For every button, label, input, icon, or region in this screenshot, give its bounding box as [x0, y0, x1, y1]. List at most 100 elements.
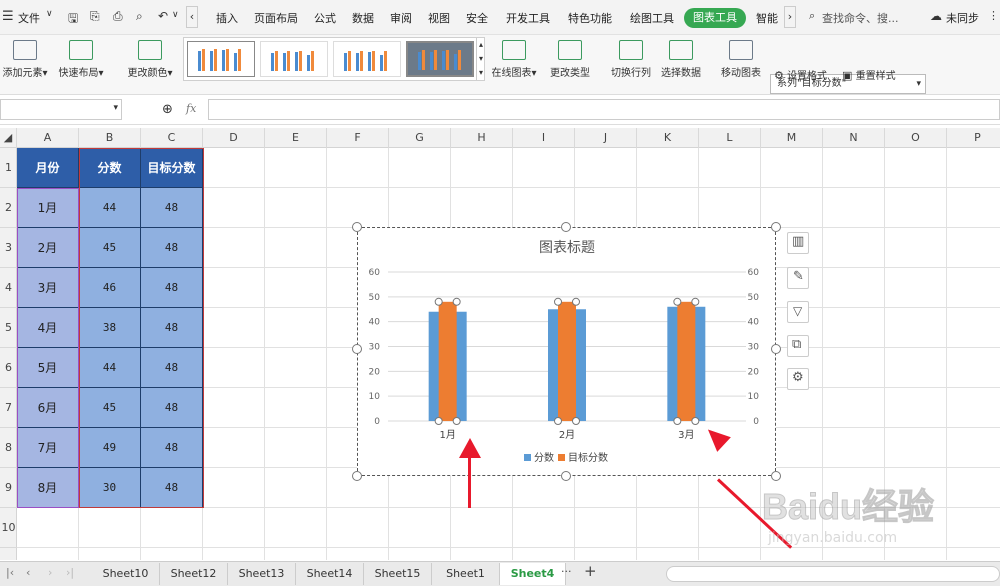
table-cell[interactable]: 44 [79, 348, 141, 388]
table-cell[interactable]: 48 [141, 228, 203, 268]
column-header[interactable]: O [885, 128, 947, 148]
menu-developer[interactable]: 开发工具 [506, 10, 550, 26]
fx-icon[interactable]: fx [186, 102, 196, 115]
column-header[interactable]: M [761, 128, 823, 148]
formula-input[interactable] [208, 99, 1000, 120]
table-cell[interactable]: 7月 [17, 428, 79, 468]
menu-features[interactable]: 特色功能 [568, 10, 612, 26]
export-icon[interactable]: ⎘ [90, 9, 100, 24]
row-header[interactable]: 5 [0, 308, 17, 348]
row-header[interactable]: 8 [0, 428, 17, 468]
column-header[interactable]: K [637, 128, 699, 148]
resize-handle[interactable] [561, 471, 571, 481]
add-sheet-button[interactable]: + [584, 562, 597, 580]
sheet-tab[interactable]: Sheet1 [432, 563, 500, 585]
more-icon[interactable]: ⋮ [988, 9, 999, 22]
resize-handle[interactable] [561, 222, 571, 232]
table-cell[interactable]: 48 [141, 388, 203, 428]
sheet-tab[interactable]: Sheet4 [500, 563, 566, 585]
column-header[interactable]: P [947, 128, 1000, 148]
first-sheet-icon[interactable]: |‹ [6, 566, 14, 579]
file-menu[interactable]: 文件 [18, 10, 40, 26]
save-icon[interactable]: 🖫 [68, 9, 78, 30]
tab-chart-tools[interactable]: 图表工具 [684, 8, 746, 28]
switch-row-col-button[interactable]: 切换行列 [608, 40, 654, 79]
column-header[interactable]: A [17, 128, 79, 148]
column-header[interactable]: N [823, 128, 885, 148]
column-header[interactable]: J [575, 128, 637, 148]
zoom-icon[interactable]: ⊕ [162, 102, 173, 117]
table-cell[interactable]: 48 [141, 268, 203, 308]
chevron-down-icon[interactable]: ∨ [172, 10, 179, 20]
name-box[interactable]: ▾ [0, 99, 122, 120]
table-header-cell[interactable]: 目标分数 [141, 148, 203, 188]
row-header[interactable]: 3 [0, 228, 17, 268]
scroll-right-icon[interactable]: › [784, 6, 796, 28]
chart-style-4[interactable] [406, 41, 474, 77]
table-cell[interactable]: 49 [79, 428, 141, 468]
table-header-cell[interactable]: 分数 [79, 148, 141, 188]
row-header[interactable]: 10 [0, 508, 17, 548]
horizontal-scrollbar[interactable] [666, 566, 1000, 582]
sheet-tab[interactable]: Sheet10 [92, 563, 160, 585]
table-cell[interactable]: 6月 [17, 388, 79, 428]
menu-page-layout[interactable]: 页面布局 [254, 10, 298, 26]
chart-filter-button[interactable]: ▽ [787, 301, 809, 323]
print-preview-icon[interactable]: ⌕ [136, 9, 143, 24]
table-cell[interactable]: 48 [141, 188, 203, 228]
chart-style-2[interactable] [260, 41, 328, 77]
scroll-left-icon[interactable]: ‹ [186, 6, 198, 28]
prev-sheet-icon[interactable]: ‹ [26, 566, 30, 579]
column-header[interactable]: I [513, 128, 575, 148]
sheet-tab[interactable]: Sheet14 [296, 563, 364, 585]
resize-handle[interactable] [352, 344, 362, 354]
hamburger-icon[interactable]: ☰ [2, 9, 14, 24]
table-cell[interactable]: 4月 [17, 308, 79, 348]
search-icon[interactable]: ⌕ [809, 9, 815, 23]
gallery-scroll[interactable]: ▴ ▾ ▾ [476, 38, 485, 80]
menu-review[interactable]: 审阅 [390, 10, 412, 26]
table-cell[interactable]: 38 [79, 308, 141, 348]
select-data-button[interactable]: 选择数据 [658, 40, 704, 79]
menu-formula[interactable]: 公式 [314, 10, 336, 26]
table-cell[interactable]: 45 [79, 388, 141, 428]
chevron-down-icon[interactable]: ∨ [46, 9, 53, 19]
table-cell[interactable]: 3月 [17, 268, 79, 308]
menu-security[interactable]: 安全 [466, 10, 488, 26]
sync-status[interactable]: 未同步 [946, 10, 979, 26]
menu-data[interactable]: 数据 [352, 10, 374, 26]
command-search[interactable]: 查找命令、搜... [822, 10, 899, 26]
resize-handle[interactable] [771, 344, 781, 354]
column-header[interactable]: C [141, 128, 203, 148]
column-header[interactable]: E [265, 128, 327, 148]
row-header[interactable]: 9 [0, 468, 17, 508]
next-sheet-icon[interactable]: › [48, 566, 52, 579]
chart-style-button[interactable]: ✎ [787, 267, 809, 289]
column-header[interactable]: L [699, 128, 761, 148]
column-header[interactable]: H [451, 128, 513, 148]
quick-layout-button[interactable]: 快速布局▾ [56, 40, 106, 79]
change-color-button[interactable]: 更改颜色▾ [124, 40, 176, 79]
select-all-corner[interactable]: ◢ [0, 128, 17, 148]
table-cell[interactable]: 2月 [17, 228, 79, 268]
sheet-tab[interactable]: Sheet13 [228, 563, 296, 585]
chart-style-1[interactable] [187, 41, 255, 77]
chart-layout-button[interactable]: ⧉ [787, 335, 809, 357]
table-cell[interactable]: 48 [141, 348, 203, 388]
resize-handle[interactable] [771, 471, 781, 481]
menu-view[interactable]: 视图 [428, 10, 450, 26]
column-header[interactable]: F [327, 128, 389, 148]
sheet-tab[interactable]: Sheet15 [364, 563, 432, 585]
row-header[interactable]: 7 [0, 388, 17, 428]
chart-style-3[interactable] [333, 41, 401, 77]
print-icon[interactable]: ⎙ [113, 9, 123, 24]
move-chart-button[interactable]: 移动图表 [718, 40, 764, 79]
table-cell[interactable]: 1月 [17, 188, 79, 228]
table-cell[interactable]: 48 [141, 428, 203, 468]
resize-handle[interactable] [352, 222, 362, 232]
more-sheets-button[interactable]: ··· [561, 565, 572, 578]
table-cell[interactable]: 48 [141, 308, 203, 348]
table-cell[interactable]: 45 [79, 228, 141, 268]
change-type-button[interactable]: 更改类型 [547, 40, 593, 79]
table-cell[interactable]: 46 [79, 268, 141, 308]
